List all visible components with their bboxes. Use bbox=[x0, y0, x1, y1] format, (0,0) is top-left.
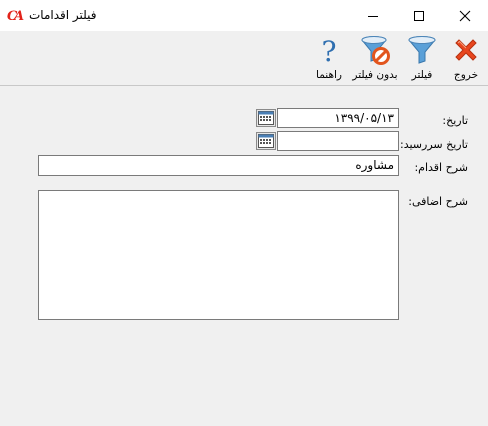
calendar-icon bbox=[258, 111, 274, 125]
exit-label: خروج bbox=[453, 69, 479, 81]
date-calendar-button[interactable] bbox=[256, 109, 276, 127]
extra-desc-textarea[interactable] bbox=[38, 190, 399, 320]
toolbar: خروج فیلتر بدون فیلتر ? راهنما bbox=[0, 31, 488, 86]
help-icon: ? bbox=[321, 35, 336, 66]
help-button[interactable]: ? راهنما bbox=[309, 31, 349, 83]
exit-button[interactable]: خروج bbox=[446, 31, 486, 83]
no-filter-icon bbox=[361, 36, 390, 65]
date-label: تاریخ: bbox=[442, 114, 468, 127]
date-field[interactable]: ۱۳۹۹/۰۵/۱۳ bbox=[277, 108, 399, 128]
filter-icon bbox=[408, 36, 436, 64]
no-filter-button[interactable]: بدون فیلتر bbox=[349, 31, 401, 83]
filter-button[interactable]: فیلتر bbox=[402, 31, 442, 83]
window-title: فیلتر اقدامات bbox=[29, 8, 97, 22]
maximize-button[interactable] bbox=[396, 0, 441, 31]
close-button[interactable] bbox=[442, 0, 487, 31]
action-desc-label: شرح اقدام: bbox=[414, 161, 468, 174]
no-filter-label: بدون فیلتر bbox=[352, 69, 398, 81]
maximize-icon bbox=[413, 10, 424, 21]
minimize-icon bbox=[367, 15, 378, 17]
app-logo-icon: C A bbox=[7, 9, 24, 22]
exit-icon bbox=[455, 39, 477, 61]
action-desc-field[interactable]: مشاوره bbox=[38, 155, 399, 176]
due-date-calendar-button[interactable] bbox=[256, 132, 276, 150]
svg-text:A: A bbox=[12, 9, 24, 22]
help-label: راهنما bbox=[316, 69, 342, 81]
minimize-button[interactable] bbox=[350, 0, 395, 31]
svg-text:?: ? bbox=[321, 35, 336, 66]
close-icon bbox=[459, 10, 470, 21]
extra-desc-label: شرح اضافی: bbox=[408, 195, 468, 208]
calendar-icon bbox=[258, 134, 274, 148]
filter-label: فیلتر bbox=[411, 69, 433, 81]
due-date-label: تاریخ سررسید: bbox=[400, 138, 468, 151]
title-bar: C A فیلتر اقدامات bbox=[0, 0, 488, 31]
due-date-field[interactable] bbox=[277, 131, 399, 151]
